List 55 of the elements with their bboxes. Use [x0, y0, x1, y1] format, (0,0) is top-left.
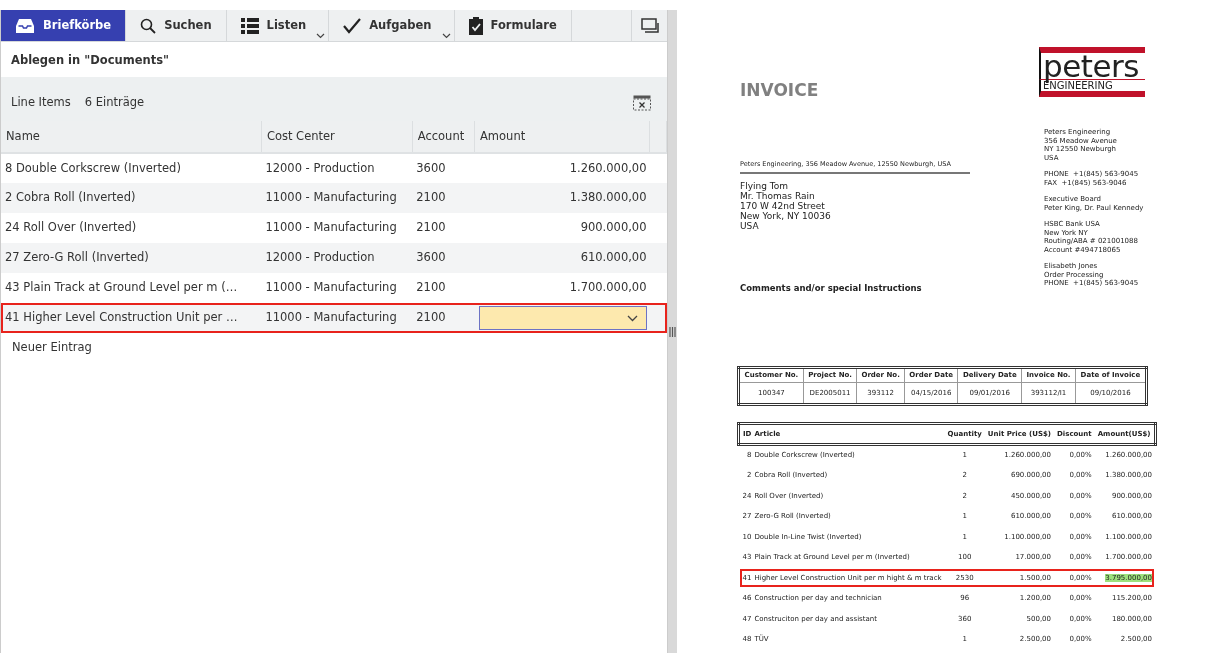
table-cell: 1.260.000,00 [569, 160, 647, 175]
table-row[interactable]: 24 Roll Over (Inverted) 11000 - Manufacturing 2100 900.000,00 [1, 213, 667, 243]
section-label: Line Items [11, 93, 71, 111]
table-cell: 900.000,00 [580, 220, 647, 235]
table-cell: 1.380.000,00 [569, 190, 647, 205]
table-cell: 11000 - Manufacturing [265, 310, 397, 325]
column-header[interactable]: Account [412, 121, 475, 153]
table-cell: 8 Double Corkscrew (Inverted) [5, 160, 181, 175]
clear-table-icon[interactable] [633, 95, 651, 111]
toolbar-tab[interactable]: Briefkörbe [1, 10, 127, 41]
address-line: New York, NY 10036 [740, 211, 831, 221]
clipboard-icon [468, 16, 483, 35]
search-icon [140, 17, 157, 34]
table-cell: 12000 - Production [265, 250, 375, 265]
table-cell: 12000 - Production [265, 160, 375, 175]
table-cell: 3600 [416, 250, 446, 265]
entry-count: 6 Einträge [84, 93, 145, 111]
table-cell: 11000 - Manufacturing [265, 280, 397, 295]
table-cell: 610.000,00 [580, 250, 647, 265]
table-cell: 2100 [416, 190, 446, 205]
table-cell: 2100 [416, 310, 446, 325]
column-header[interactable]: Cost Center [261, 121, 413, 153]
table-cell: 2 Cobra Roll (Inverted) [5, 190, 136, 205]
table-cell: 27 Zero-G Roll (Inverted) [5, 250, 149, 265]
table-cell: 11000 - Manufacturing [265, 220, 397, 235]
column-header[interactable]: Name [1, 121, 262, 153]
caret-icon [626, 314, 638, 322]
window-icon [640, 18, 659, 33]
table-row[interactable]: 27 Zero-G Roll (Inverted) 12000 - Production 3600 610.000,00 [1, 243, 667, 273]
address-line: USA [740, 221, 760, 231]
check-icon [343, 17, 362, 34]
table-row[interactable]: 41 Higher Level Construction Unit per … 11000 - Manufacturing 2100 [1, 303, 667, 333]
table-cell: 2100 [416, 220, 446, 235]
table-row[interactable]: 43 Plain Track at Ground Level per m (… 11000 - Manufacturing 2100 1.700.000,00 [1, 273, 667, 303]
list-icon [240, 17, 259, 34]
splitter-grip-icon[interactable] [669, 326, 676, 337]
table-cell: 24 Roll Over (Inverted) [5, 220, 137, 235]
address-line: 170 W 42nd Street [740, 201, 826, 211]
table-row[interactable]: 8 Double Corkscrew (Inverted) 12000 - Production 3600 1.260.000,00 [1, 153, 667, 183]
panel-title: Ablegen in "Documents" [10, 52, 170, 69]
invoice-title: INVOICE [740, 79, 819, 102]
amount-input-field[interactable] [478, 306, 647, 330]
table-cell: 1.700.000,00 [569, 280, 647, 295]
table-row[interactable]: 2 Cobra Roll (Inverted) 11000 - Manufacturing 2100 1.380.000,00 [1, 183, 667, 213]
new-entry-link[interactable]: Neuer Eintrag [12, 340, 92, 354]
table-cell: 3600 [416, 160, 446, 175]
table-cell: 2100 [416, 280, 446, 295]
column-header[interactable]: Amount [474, 121, 650, 153]
table-cell: 43 Plain Track at Ground Level per m (… [5, 280, 238, 295]
inbox-icon [15, 17, 35, 34]
address-line: Mr. Thomas Rain [740, 191, 816, 201]
table-cell: 11000 - Manufacturing [265, 190, 397, 205]
address-line: Flying Tom [740, 181, 790, 191]
comments-heading: Comments and/or special Instructions [740, 282, 922, 295]
table-cell: 41 Higher Level Construction Unit per … [5, 310, 238, 325]
